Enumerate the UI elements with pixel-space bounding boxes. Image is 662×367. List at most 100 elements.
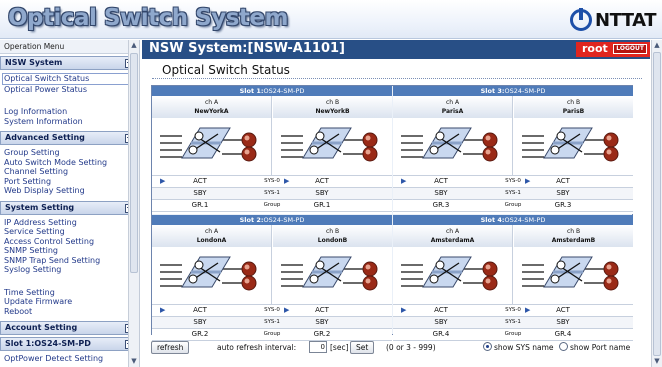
channel-b-value: ACT xyxy=(315,177,329,185)
channel-a-name: AmsterdamA xyxy=(430,237,475,244)
sidebar-section[interactable]: NSW System− xyxy=(0,56,139,70)
show-port-radio[interactable] xyxy=(559,342,568,351)
channel-b-name: ParisB xyxy=(562,108,585,115)
sidebar-item[interactable]: OptPower Detect Setting xyxy=(0,354,139,364)
sidebar-item[interactable]: Update Firmware xyxy=(0,297,139,307)
show-sys-label[interactable]: show SYS name xyxy=(494,343,554,352)
slot-header: Slot 2:OS24-SM-PD xyxy=(152,215,392,225)
active-pointer-icon: ▶ xyxy=(160,177,166,185)
title-divider xyxy=(152,78,642,79)
channel-b-value: GR.4 xyxy=(554,330,572,338)
status-row: GR.1 Group GR.1 xyxy=(152,199,392,212)
show-sys-radio[interactable] xyxy=(483,342,492,351)
section-label: System Setting xyxy=(5,202,75,212)
scroll-up-icon[interactable]: ▲ xyxy=(652,40,662,51)
interval-input[interactable]: 0 xyxy=(309,341,327,353)
channel-b-switch[interactable] xyxy=(273,118,392,174)
row-label: Group xyxy=(263,331,281,337)
channel-a-header: ch A LondonA xyxy=(152,225,271,247)
status-row: SBY SYS-1 SBY xyxy=(393,316,633,328)
row-label: SYS-1 xyxy=(505,190,521,196)
channel-a-value: SBY xyxy=(193,318,207,326)
channel-a-value: GR.1 xyxy=(191,201,209,209)
sidebar-item[interactable]: Reboot xyxy=(0,307,139,317)
channel-b-value: SBY xyxy=(315,189,329,197)
channel-b-header: ch B AmsterdamB xyxy=(514,225,633,247)
channel-a-switch[interactable] xyxy=(393,247,512,303)
slot-header: Slot 1:OS24-SM-PD xyxy=(152,86,392,96)
row-label: Group xyxy=(504,202,522,208)
sidebar-item[interactable]: Optical Switch Status xyxy=(2,73,137,85)
sidebar-item[interactable]: Optical Power Status xyxy=(0,85,139,95)
main-scroll-thumb[interactable] xyxy=(653,52,661,356)
active-pointer-icon: ▶ xyxy=(284,306,290,314)
channel-a-name: LondonA xyxy=(196,237,227,244)
status-row: SBY SYS-1 SBY xyxy=(393,187,633,199)
channel-a-value: ACT xyxy=(434,177,448,185)
active-pointer-icon: ▶ xyxy=(401,177,407,185)
sidebar-section[interactable]: Slot 1:OS24-SM-PD− xyxy=(0,337,139,351)
scroll-up-icon[interactable]: ▲ xyxy=(129,40,139,51)
channel-b-value: ACT xyxy=(315,306,329,314)
channel-b-value: GR.2 xyxy=(313,330,331,338)
logo-text: NTTAT xyxy=(595,9,656,31)
show-port-label[interactable]: show Port name xyxy=(570,343,630,352)
sidebar-item[interactable]: Service Setting xyxy=(0,227,139,237)
channel-b-name: NewYorkB xyxy=(315,108,350,115)
optical-switch-icon xyxy=(281,127,378,162)
sidebar-item[interactable]: Port Setting xyxy=(0,177,139,187)
channel-b-switch[interactable] xyxy=(514,118,633,174)
user-badge: root LOGOUT xyxy=(576,42,650,57)
slot-panel: Slot 1:OS24-SM-PD ch A NewYorkA ch B NewYork… xyxy=(152,86,392,214)
set-button[interactable]: Set xyxy=(350,341,375,354)
refresh-button[interactable]: refresh xyxy=(151,341,190,354)
sidebar-item[interactable]: System Information xyxy=(0,117,139,127)
optical-switch-icon xyxy=(401,127,498,162)
sidebar-scrollbar[interactable]: ▲ ▼ xyxy=(128,40,139,367)
channel-a-switch[interactable] xyxy=(152,247,271,303)
row-label: Group xyxy=(263,202,281,208)
logout-button[interactable]: LOGOUT xyxy=(613,44,647,54)
sidebar-item[interactable]: Log Information xyxy=(0,107,139,117)
active-pointer-icon: ▶ xyxy=(284,177,290,185)
sidebar-item[interactable]: Access Control Setting xyxy=(0,237,139,247)
main-scrollbar[interactable]: ▲ ▼ xyxy=(651,40,662,367)
optical-switch-icon xyxy=(160,256,257,291)
section-label: NSW System xyxy=(5,58,63,67)
channel-a-switch[interactable] xyxy=(152,118,271,174)
sidebar-item[interactable]: Web Display Setting xyxy=(0,186,139,196)
channel-b-value: SBY xyxy=(556,318,570,326)
sidebar-item[interactable]: Channel Setting xyxy=(0,167,139,177)
channel-a-value: ACT xyxy=(193,177,207,185)
row-label: SYS-0 xyxy=(264,307,280,313)
sidebar-item[interactable]: Auto Switch Mode Setting xyxy=(0,158,139,168)
sidebar-item[interactable]: SNMP Trap Send Setting xyxy=(0,256,139,266)
range-label: (0 or 3 - 999) xyxy=(386,343,436,352)
channel-a-value: ACT xyxy=(434,306,448,314)
section-label: Account Setting xyxy=(5,323,78,332)
sidebar-item[interactable]: Group Setting xyxy=(0,148,139,158)
sidebar-scroll-thumb[interactable] xyxy=(130,53,138,273)
active-pointer-icon: ▶ xyxy=(401,306,407,314)
sidebar-section[interactable]: Account Setting+ xyxy=(0,321,139,335)
channel-a-value: ACT xyxy=(193,306,207,314)
scroll-down-icon[interactable]: ▼ xyxy=(652,356,662,367)
sidebar-section[interactable]: Advanced Setting− xyxy=(0,131,139,145)
channel-b-switch[interactable] xyxy=(514,247,633,303)
ntt-logo: NTTAT xyxy=(570,7,656,33)
sidebar-section[interactable]: System Setting− xyxy=(0,200,139,215)
section-label: Advanced Setting xyxy=(5,133,85,142)
system-title: NSW System:[NSW-A1101] xyxy=(149,41,345,56)
channel-a-name: NewYorkA xyxy=(194,108,229,115)
scroll-down-icon[interactable]: ▼ xyxy=(129,356,139,367)
slot-header: Slot 4:OS24-SM-PD xyxy=(393,215,633,225)
sidebar-item[interactable]: Syslog Setting xyxy=(0,265,139,275)
sidebar-item[interactable]: SNMP Setting xyxy=(0,246,139,256)
channel-a-switch[interactable] xyxy=(393,118,512,174)
channel-b-switch[interactable] xyxy=(273,247,392,303)
section-label: Slot 1:OS24-SM-PD xyxy=(5,339,91,348)
status-row: GR.3 Group GR.3 xyxy=(393,199,633,212)
sidebar-item[interactable]: IP Address Setting xyxy=(0,218,139,228)
sidebar-item[interactable]: Time Setting xyxy=(0,288,139,298)
channel-b-value: SBY xyxy=(315,318,329,326)
